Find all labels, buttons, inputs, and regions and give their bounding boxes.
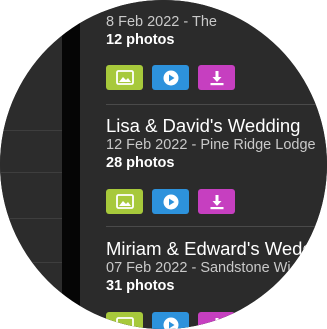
panel-divider: [62, 0, 80, 329]
download-button[interactable]: [198, 65, 235, 90]
play-icon: [163, 194, 178, 209]
album-title[interactable]: Lisa & David's Wedding: [106, 115, 327, 137]
album-separator: [106, 104, 327, 105]
album-title[interactable]: Miriam & Edward's Weddin: [106, 238, 327, 260]
side-row-divider: [0, 218, 62, 219]
album-separator: [106, 226, 327, 227]
album-date-venue: 07 Feb 2022 - Sandstone Wi: [106, 260, 291, 276]
download-button[interactable]: [198, 312, 235, 329]
album-date-venue: 12 Feb 2022 - Pine Ridge Lodge: [106, 137, 316, 153]
download-icon: [212, 317, 221, 329]
download-button[interactable]: [198, 189, 235, 214]
side-row-divider: [0, 130, 62, 131]
album-item[interactable]: Lisa & David's Wedding 12 Feb 2022 - Pin…: [106, 115, 327, 172]
gallery-icon: [115, 70, 134, 85]
album-actions: [106, 189, 235, 214]
play-icon: [163, 70, 178, 85]
album-photo-count: 31 photos: [106, 278, 175, 294]
side-panel: [0, 0, 62, 329]
view-gallery-button[interactable]: [106, 65, 143, 90]
play-icon: [163, 317, 178, 329]
album-photo-count: 28 photos: [106, 155, 175, 171]
album-list: 8 Feb 2022 - The 12 photos Lisa & David'…: [80, 0, 327, 329]
play-slideshow-button[interactable]: [152, 65, 189, 90]
view-gallery-button[interactable]: [106, 312, 143, 329]
album-photo-count: 12 photos: [106, 32, 175, 48]
side-row-divider: [0, 262, 62, 263]
play-slideshow-button[interactable]: [152, 312, 189, 329]
album-actions: [106, 65, 235, 90]
album-date-venue: 8 Feb 2022 - The: [106, 14, 217, 30]
album-item[interactable]: Miriam & Edward's Weddin 07 Feb 2022 - S…: [106, 238, 327, 295]
view-gallery-button[interactable]: [106, 189, 143, 214]
gallery-icon: [115, 317, 134, 329]
download-icon: [210, 194, 223, 209]
album-actions: [106, 312, 235, 329]
download-icon: [210, 70, 223, 85]
side-row-divider: [0, 172, 62, 173]
magnified-view: 8 Feb 2022 - The 12 photos Lisa & David'…: [0, 0, 327, 329]
album-item[interactable]: 8 Feb 2022 - The 12 photos: [106, 14, 327, 49]
play-slideshow-button[interactable]: [152, 189, 189, 214]
gallery-icon: [115, 194, 134, 209]
